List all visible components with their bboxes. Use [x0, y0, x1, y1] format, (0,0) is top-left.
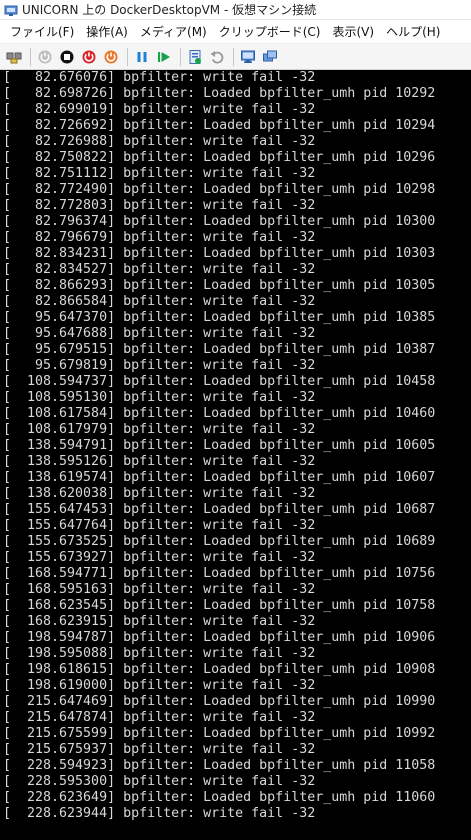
resume-button[interactable] [154, 47, 174, 67]
revert-icon [209, 49, 225, 65]
console-line: [ 82.772490] bpfilter: Loaded bpfilter_u… [3, 182, 436, 197]
console-line: [ 138.620038] bpfilter: write fail -32 [3, 486, 316, 501]
toolbar-separator [180, 47, 181, 66]
enhanced-session-button[interactable] [238, 47, 258, 67]
menu-file[interactable]: ファイル(F) [4, 23, 80, 40]
console-line: [ 215.675599] bpfilter: Loaded bpfilter_… [3, 726, 436, 741]
menu-view[interactable]: 表示(V) [327, 23, 381, 40]
turn-off-button[interactable] [57, 47, 77, 67]
console-line: [ 198.618615] bpfilter: Loaded bpfilter_… [3, 662, 436, 677]
enhanced-session-icon [240, 49, 256, 65]
console-line: [ 108.594737] bpfilter: Loaded bpfilter_… [3, 374, 436, 389]
console-line: [ 82.834231] bpfilter: Loaded bpfilter_u… [3, 246, 436, 261]
toolbar-separator [30, 47, 31, 66]
revert-button[interactable] [207, 47, 227, 67]
menu-action[interactable]: 操作(A) [80, 23, 134, 40]
share-button[interactable] [260, 47, 280, 67]
console-line: [ 215.647469] bpfilter: Loaded bpfilter_… [3, 694, 436, 709]
console-line: [ 108.595130] bpfilter: write fail -32 [3, 390, 316, 405]
console-line: [ 155.673927] bpfilter: write fail -32 [3, 550, 316, 565]
turn-off-icon [59, 49, 75, 65]
menu-media[interactable]: メディア(M) [134, 23, 213, 40]
ctrl-alt-del-icon [6, 49, 22, 65]
menu-clipboard[interactable]: クリップボード(C) [213, 23, 327, 40]
console-line: [ 215.647874] bpfilter: write fail -32 [3, 710, 316, 725]
start-button[interactable] [35, 47, 55, 67]
power-icon [103, 49, 119, 65]
console-line: [ 95.647370] bpfilter: Loaded bpfilter_u… [3, 310, 436, 325]
console-line: [ 82.796374] bpfilter: Loaded bpfilter_u… [3, 214, 436, 229]
console-line: [ 228.594923] bpfilter: Loaded bpfilter_… [3, 758, 436, 773]
window-title: UNICORN 上の DockerDesktopVM - 仮想マシン接続 [22, 3, 317, 17]
checkpoint-icon [187, 49, 203, 65]
console-line: [ 168.623915] bpfilter: write fail -32 [3, 614, 316, 629]
power-button[interactable] [101, 47, 121, 67]
console-line: [ 155.647764] bpfilter: write fail -32 [3, 518, 316, 533]
console-line: [ 168.594771] bpfilter: Loaded bpfilter_… [3, 566, 436, 581]
console-line: [ 95.679515] bpfilter: Loaded bpfilter_u… [3, 342, 436, 357]
console-line: [ 82.866584] bpfilter: write fail -32 [3, 294, 316, 309]
console-line: [ 228.623944] bpfilter: write fail -32 [3, 806, 316, 821]
console-line: [ 138.619574] bpfilter: Loaded bpfilter_… [3, 470, 436, 485]
console-line: [ 108.617979] bpfilter: write fail -32 [3, 422, 316, 437]
console-line: [ 95.647688] bpfilter: write fail -32 [3, 326, 316, 341]
console-line: [ 155.673525] bpfilter: Loaded bpfilter_… [3, 534, 436, 549]
console-line: [ 228.595300] bpfilter: write fail -32 [3, 774, 316, 789]
console-line: [ 138.594791] bpfilter: Loaded bpfilter_… [3, 438, 436, 453]
console-line: [ 82.676076] bpfilter: write fail -32 [3, 70, 316, 85]
title-bar: UNICORN 上の DockerDesktopVM - 仮想マシン接続 [0, 0, 471, 20]
checkpoint-button[interactable] [185, 47, 205, 67]
vm-connect-icon [4, 3, 18, 17]
pause-icon [134, 49, 150, 65]
console-line: [ 82.796679] bpfilter: write fail -32 [3, 230, 316, 245]
menu-bar: ファイル(F) 操作(A) メディア(M) クリップボード(C) 表示(V) ヘルプ(H) [0, 20, 471, 44]
console-line: [ 82.699019] bpfilter: write fail -32 [3, 102, 316, 117]
toolbar-separator [127, 47, 128, 66]
console-line: [ 198.619000] bpfilter: write fail -32 [3, 678, 316, 693]
console-line: [ 138.595126] bpfilter: write fail -32 [3, 454, 316, 469]
vm-connection-window: UNICORN 上の DockerDesktopVM - 仮想マシン接続 ファイ… [0, 0, 471, 840]
resume-icon [156, 49, 172, 65]
console-line: [ 198.594787] bpfilter: Loaded bpfilter_… [3, 630, 436, 645]
ctrl-alt-del-button[interactable] [4, 47, 24, 67]
console-line: [ 82.834527] bpfilter: write fail -32 [3, 262, 316, 277]
console-line: [ 108.617584] bpfilter: Loaded bpfilter_… [3, 406, 436, 421]
share-icon [262, 49, 278, 65]
console-line: [ 82.772803] bpfilter: write fail -32 [3, 198, 316, 213]
menu-help[interactable]: ヘルプ(H) [380, 23, 446, 40]
start-icon [37, 49, 53, 65]
console-line: [ 82.726988] bpfilter: write fail -32 [3, 134, 316, 149]
toolbar [0, 44, 471, 70]
console-line: [ 82.751112] bpfilter: write fail -32 [3, 166, 316, 181]
console-line: [ 168.595163] bpfilter: write fail -32 [3, 582, 316, 597]
console-line: [ 82.750822] bpfilter: Loaded bpfilter_u… [3, 150, 436, 165]
console-line: [ 228.623649] bpfilter: Loaded bpfilter_… [3, 790, 436, 805]
shut-down-icon [81, 49, 97, 65]
console-line: [ 82.866293] bpfilter: Loaded bpfilter_u… [3, 278, 436, 293]
console-line: [ 95.679819] bpfilter: write fail -32 [3, 358, 316, 373]
console-line: [ 215.675937] bpfilter: write fail -32 [3, 742, 316, 757]
console-line: [ 155.647453] bpfilter: Loaded bpfilter_… [3, 502, 436, 517]
console-screen[interactable]: [ 82.676076] bpfilter: write fail -32[ 8… [0, 70, 471, 840]
console-line: [ 168.623545] bpfilter: Loaded bpfilter_… [3, 598, 436, 613]
console-line: [ 198.595088] bpfilter: write fail -32 [3, 646, 316, 661]
console-line: [ 82.726692] bpfilter: Loaded bpfilter_u… [3, 118, 436, 133]
console-line: [ 82.698726] bpfilter: Loaded bpfilter_u… [3, 86, 436, 101]
shut-down-button[interactable] [79, 47, 99, 67]
toolbar-separator [233, 47, 234, 66]
pause-button[interactable] [132, 47, 152, 67]
